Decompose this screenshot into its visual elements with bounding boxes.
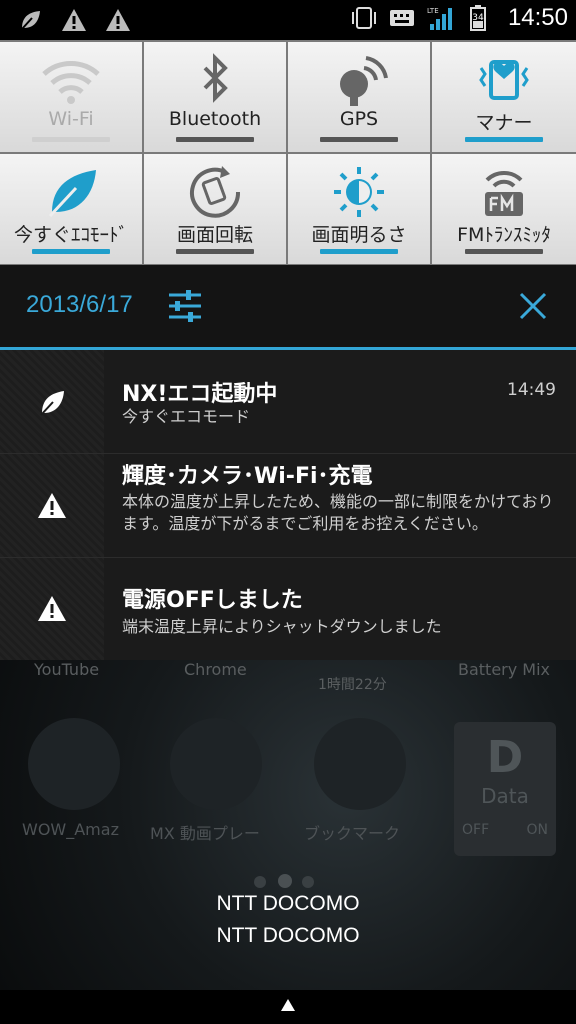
- tile-fm-transmitter[interactable]: FMﾄﾗﾝｽﾐｯﾀ: [432, 154, 576, 264]
- tile-bluetooth[interactable]: Bluetooth: [144, 42, 286, 152]
- app-label: MX 動画プレー: [150, 824, 260, 843]
- notification-header: 2013/6/17: [0, 265, 576, 347]
- data-widget[interactable]: D Data OFF ON: [454, 722, 556, 856]
- tile-label: 画面明るさ: [311, 224, 407, 246]
- battery-icon: 34: [469, 5, 486, 31]
- tile-state-bar: [176, 249, 254, 254]
- app-label: YouTube: [34, 660, 100, 679]
- manner-mode-icon: [351, 7, 376, 29]
- notification-icon-column: [0, 558, 104, 660]
- app-icon[interactable]: [28, 718, 120, 810]
- notification-text: 本体の温度が上昇したため、機能の一部に制限をかけております。温度が下がるまでご利…: [122, 492, 554, 533]
- warning-icon: [106, 9, 130, 31]
- data-widget-subtitle: Data: [481, 784, 529, 808]
- page-indicator: [278, 874, 292, 888]
- tile-label: 画面回転: [176, 224, 253, 246]
- app-label: 1時間22分: [318, 677, 387, 693]
- data-widget-on: ON: [526, 822, 549, 838]
- carrier-label: NTT DOCOMO: [216, 892, 360, 915]
- notification-title: 輝度･カメラ･Wi-Fi･充電: [122, 464, 373, 489]
- tile-wifi[interactable]: Wi-Fi: [0, 42, 142, 152]
- app-label: WOW_Amaz: [22, 820, 119, 839]
- keyboard-icon: [389, 10, 414, 26]
- app-icon[interactable]: [170, 718, 262, 810]
- expand-up-icon[interactable]: [280, 998, 296, 1012]
- brightness-icon: [334, 167, 384, 217]
- app-label: Chrome: [184, 660, 247, 679]
- data-widget-title: D: [486, 732, 524, 783]
- warning-icon: [38, 492, 66, 518]
- tile-manner[interactable]: マナー: [432, 42, 576, 152]
- tile-state-bar: [176, 137, 254, 142]
- navigation-bar: [0, 990, 576, 1024]
- leaf-icon: [21, 11, 40, 30]
- battery-level: 34: [472, 13, 484, 23]
- status-bar: LTE 34 14:50: [0, 0, 576, 40]
- carrier-label: NTT DOCOMO: [216, 924, 360, 947]
- notification-icon-column: [0, 350, 104, 453]
- bluetooth-icon: [203, 53, 228, 103]
- tile-state-bar: [465, 137, 543, 142]
- home-screen-background: YouTube Chrome 1時間22分 Battery Mix WOW_Am…: [0, 660, 576, 990]
- notification-item[interactable]: 輝度･カメラ･Wi-Fi･充電 本体の温度が上昇したため、機能の一部に制限をかけ…: [0, 454, 576, 558]
- tile-screen-rotate[interactable]: 画面回転: [144, 154, 286, 264]
- notification-icon-column: [0, 454, 104, 557]
- notification-item[interactable]: NX!エコ起動中 14:49 今すぐエコモード: [0, 350, 576, 454]
- tile-label: Wi-Fi: [48, 108, 94, 130]
- notification-title: 電源OFFしました: [122, 588, 303, 613]
- quick-settings-panel: Wi-Fi Bluetooth GPS マナー 今すぐｴｺﾓｰﾄﾞ 画面回転 画…: [0, 40, 576, 265]
- tile-state-bar: [320, 137, 398, 142]
- status-left-icons: [16, 6, 132, 34]
- tile-label: GPS: [339, 108, 379, 130]
- page-indicator: [302, 876, 314, 888]
- status-right-icons: LTE 34 14:50: [350, 4, 568, 32]
- tile-label: マナー: [475, 112, 533, 134]
- tile-label: FMﾄﾗﾝｽﾐｯﾀ: [457, 224, 551, 246]
- settings-sliders-icon[interactable]: [166, 287, 204, 325]
- tile-state-bar: [320, 249, 398, 254]
- lte-signal-icon: LTE: [427, 7, 452, 30]
- tile-label: 今すぐｴｺﾓｰﾄﾞ: [13, 224, 128, 246]
- leaf-icon: [40, 390, 64, 416]
- close-icon[interactable]: [518, 291, 548, 321]
- network-type: LTE: [427, 7, 439, 15]
- tile-eco-mode[interactable]: 今すぐｴｺﾓｰﾄﾞ: [0, 154, 142, 264]
- notification-time: 14:49: [507, 380, 556, 400]
- tile-state-bar: [465, 249, 543, 254]
- warning-icon: [62, 9, 86, 31]
- gps-icon: [340, 56, 388, 106]
- home-row1-labels: YouTube Chrome 1時間22分 Battery Mix: [0, 660, 576, 693]
- manner-icon: [479, 60, 529, 100]
- page-indicator: [254, 876, 266, 888]
- tile-gps[interactable]: GPS: [288, 42, 430, 152]
- eco-leaf-icon: [48, 170, 96, 218]
- app-icon[interactable]: [314, 718, 406, 810]
- warning-icon: [38, 596, 66, 621]
- notification-text: 今すぐエコモード: [122, 407, 251, 426]
- app-label: ブックマーク: [304, 824, 401, 843]
- tile-state-bar: [32, 249, 110, 254]
- clock: 14:50: [507, 4, 568, 31]
- notification-title: NX!エコ起動中: [122, 382, 278, 407]
- tile-brightness[interactable]: 画面明るさ: [288, 154, 430, 264]
- notification-item[interactable]: 電源OFFしました 端末温度上昇によりシャットダウンしました: [0, 558, 576, 661]
- wifi-icon: [42, 61, 100, 104]
- fm-transmitter-icon: [485, 170, 523, 216]
- notification-text: 端末温度上昇によりシャットダウンしました: [122, 617, 442, 636]
- date-label: 2013/6/17: [26, 291, 133, 318]
- tile-state-bar: [32, 137, 110, 142]
- tile-label: Bluetooth: [168, 108, 262, 130]
- data-widget-off: OFF: [462, 822, 490, 838]
- app-label: Battery Mix: [458, 660, 551, 679]
- rotate-icon: [190, 166, 241, 218]
